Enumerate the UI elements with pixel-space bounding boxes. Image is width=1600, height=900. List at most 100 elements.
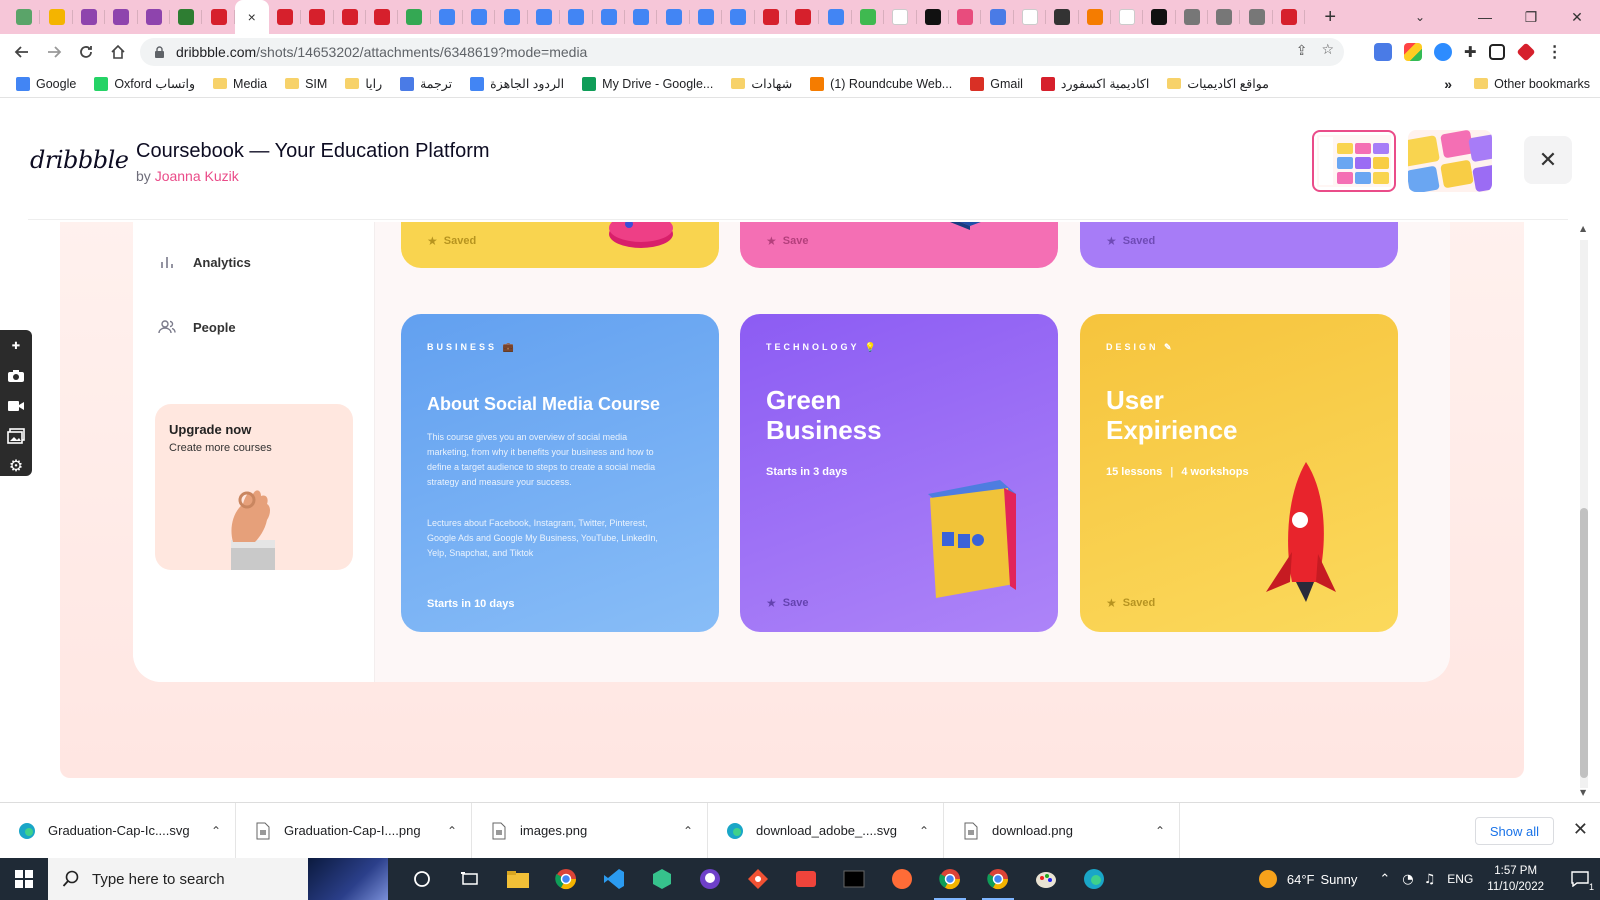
attachment-thumbnail-1[interactable] <box>1312 130 1396 192</box>
author-link[interactable]: Joanna Kuzik <box>155 168 239 184</box>
bookmark-item[interactable]: شهادات <box>731 76 792 91</box>
bookmark-star-icon[interactable]: ☆ <box>1321 42 1334 59</box>
bookmark-item[interactable]: مواقع اكاديميات <box>1167 76 1269 91</box>
taskbar-chrome[interactable] <box>542 858 590 900</box>
chevron-up-icon[interactable]: ⌃ <box>211 824 221 838</box>
browser-tab[interactable] <box>690 0 723 34</box>
course-card-social-media[interactable]: BUSINESS 💼 About Social Media Course Thi… <box>401 314 719 632</box>
download-item[interactable]: images.png ⌃ <box>472 802 708 859</box>
save-toggle[interactable]: ★ Save <box>766 596 808 610</box>
gallery-icon[interactable] <box>5 425 27 447</box>
settings-gear-icon[interactable]: ⚙ <box>5 454 27 476</box>
browser-tab[interactable] <box>1046 0 1079 34</box>
scroll-down-arrow-icon[interactable]: ▼ <box>1580 788 1586 797</box>
browser-tab[interactable] <box>1240 0 1274 34</box>
download-item[interactable]: download.png ⌃ <box>944 802 1180 859</box>
wifi-icon[interactable]: ◔ <box>1402 872 1413 887</box>
lock-icon[interactable] <box>154 45 166 58</box>
browser-tab[interactable] <box>40 0 74 34</box>
browser-tab[interactable] <box>657 0 691 34</box>
taskbar-git[interactable] <box>734 858 782 900</box>
browser-tab[interactable] <box>1014 0 1047 34</box>
browser-tab[interactable] <box>917 0 950 34</box>
browser-tab[interactable] <box>1079 0 1112 34</box>
browser-tab[interactable] <box>755 0 788 34</box>
browser-tab[interactable] <box>722 0 755 34</box>
taskbar-chrome-active[interactable] <box>926 858 974 900</box>
browser-tab[interactable] <box>1273 0 1306 34</box>
bookmark-item[interactable]: Oxford واتساب <box>94 76 195 91</box>
bookmark-item[interactable]: My Drive - Google... <box>582 76 713 91</box>
taskbar-postman[interactable] <box>878 858 926 900</box>
taskbar-app-red[interactable] <box>782 858 830 900</box>
browser-tab[interactable] <box>884 0 917 34</box>
save-toggle[interactable]: ★ Save <box>766 234 808 248</box>
browser-tab[interactable] <box>981 0 1015 34</box>
notifications-button[interactable]: 1 <box>1560 858 1600 900</box>
bookmark-item[interactable]: Gmail <box>970 76 1023 91</box>
zoom-extension-icon[interactable] <box>1434 43 1452 61</box>
upgrade-card[interactable]: Upgrade now Create more courses <box>155 404 353 570</box>
close-shot-button[interactable]: ✕ <box>1524 136 1572 184</box>
video-icon[interactable] <box>5 395 27 417</box>
taskbar-edge[interactable] <box>1070 858 1118 900</box>
volume-icon[interactable]: ♫ <box>1424 872 1436 887</box>
browser-tab[interactable] <box>334 0 367 34</box>
back-button[interactable] <box>6 36 38 68</box>
download-item[interactable]: download_adobe_....svg ⌃ <box>708 802 944 859</box>
browser-tab[interactable] <box>170 0 203 34</box>
dribbble-logo[interactable]: dribbble <box>30 146 129 174</box>
new-tab-button[interactable]: + <box>1315 2 1345 32</box>
browser-tab[interactable] <box>8 0 41 34</box>
camera-icon[interactable] <box>5 366 27 388</box>
browser-tab[interactable] <box>528 0 561 34</box>
browser-tab[interactable] <box>949 0 982 34</box>
browser-tab[interactable] <box>852 0 885 34</box>
browser-tab[interactable] <box>1208 0 1241 34</box>
language-indicator[interactable]: ENG <box>1447 872 1473 886</box>
browser-tab[interactable] <box>625 0 658 34</box>
task-view-button[interactable] <box>398 858 446 900</box>
bookmark-item[interactable]: اكاديمية اكسفورد <box>1040 76 1149 91</box>
bookmark-item[interactable]: الردود الجاهزة <box>470 76 564 91</box>
course-card-user-experience[interactable]: DESIGN ✎ User Expirience 15 lessons | 4 wo… <box>1080 314 1398 632</box>
translate-extension-icon[interactable] <box>1374 43 1392 61</box>
browser-tab[interactable] <box>301 0 334 34</box>
chevron-up-icon[interactable]: ⌃ <box>1155 824 1165 838</box>
course-card-green-business[interactable]: TECHNOLOGY 💡 Green Business Starts in 3 … <box>740 314 1058 632</box>
browser-tab[interactable] <box>269 0 302 34</box>
course-card-top-2[interactable]: ★ Save <box>740 222 1058 268</box>
puzzle-extensions-icon[interactable]: ✚ <box>1464 43 1477 61</box>
chevron-up-icon[interactable]: ⌃ <box>919 824 929 838</box>
course-card-top-3[interactable]: ★ Saved <box>1080 222 1398 268</box>
taskbar-terminal[interactable] <box>830 858 878 900</box>
task-view-button-2[interactable] <box>446 858 494 900</box>
color-extension-icon[interactable] <box>1404 43 1422 61</box>
clock[interactable]: 1:57 PM 11/10/2022 <box>1487 863 1544 895</box>
sidebar-item-people[interactable]: People <box>157 317 236 337</box>
minimize-button[interactable]: — <box>1462 0 1508 34</box>
attachment-thumbnail-2[interactable] <box>1408 130 1492 192</box>
profile-icon[interactable] <box>1516 42 1536 62</box>
tab-search-button[interactable]: ⌄ <box>1400 0 1440 34</box>
browser-tab[interactable] <box>105 0 138 34</box>
bookmark-item[interactable]: (1) Roundcube Web... <box>810 76 952 91</box>
tab-active[interactable]: × <box>234 0 269 34</box>
page-scrollbar[interactable]: ▲ ▼ <box>1568 222 1600 802</box>
forward-button[interactable] <box>38 36 70 68</box>
scroll-up-arrow-icon[interactable]: ▲ <box>1580 224 1586 233</box>
show-all-downloads-button[interactable]: Show all <box>1474 817 1554 845</box>
browser-tab[interactable] <box>398 0 432 34</box>
weather-widget[interactable]: 64°F Sunny <box>1258 870 1357 888</box>
browser-tab[interactable] <box>1143 0 1177 34</box>
close-window-button[interactable]: ✕ <box>1554 0 1600 34</box>
browser-tab[interactable] <box>819 0 853 34</box>
browser-tab[interactable] <box>787 0 820 34</box>
browser-tab[interactable] <box>495 0 529 34</box>
chevron-up-icon[interactable]: ⌃ <box>683 824 693 838</box>
download-item[interactable]: Graduation-Cap-Ic....svg ⌃ <box>0 802 236 859</box>
bookmark-item[interactable]: Media <box>213 77 267 91</box>
chevron-up-icon[interactable]: ⌃ <box>1379 872 1390 887</box>
browser-tab[interactable] <box>1111 0 1144 34</box>
browser-tab[interactable] <box>138 0 171 34</box>
